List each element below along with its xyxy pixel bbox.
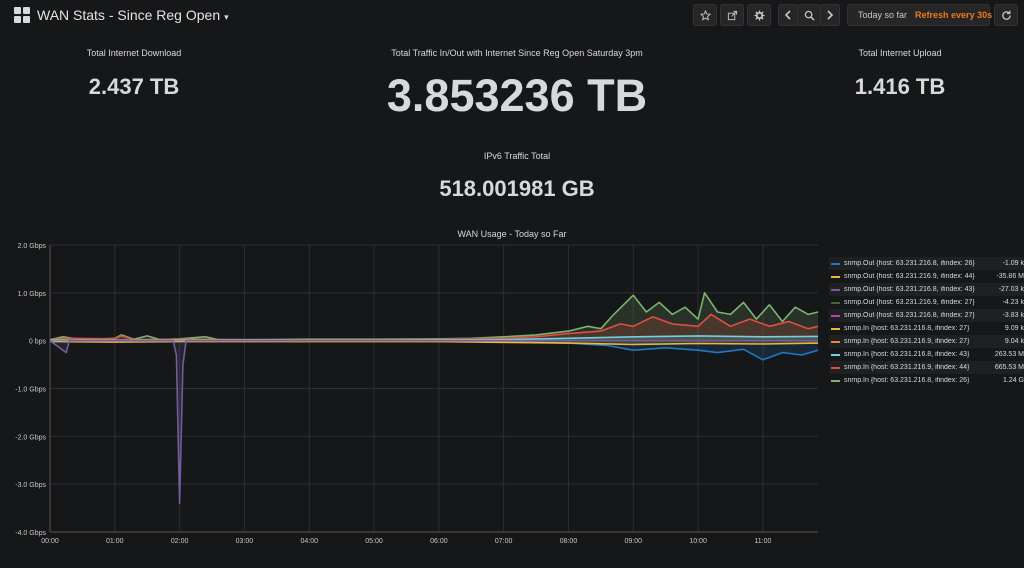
- download-value: 2.437 TB: [88, 74, 180, 99]
- legend-item[interactable]: snmp.Out {host: 63.231.216.8, ifindex: 4…: [829, 283, 1024, 296]
- legend-series-value: 263.53 M: [994, 351, 1024, 358]
- legend-swatch: [831, 327, 840, 330]
- legend-series-value: 1.24 G: [1002, 377, 1024, 384]
- x-tick-label: 08:00: [560, 538, 578, 545]
- x-tick-label: 06:00: [430, 538, 448, 545]
- series-area: [50, 340, 818, 504]
- x-tick-label: 07:00: [495, 538, 513, 545]
- legend-series-name: snmp.Out {host: 63.231.216.8, ifindex: 2…: [844, 260, 975, 267]
- share-button[interactable]: [720, 4, 744, 26]
- x-tick-label: 01:00: [106, 538, 124, 545]
- legend-swatch: [831, 301, 840, 304]
- x-tick-label: 04:00: [300, 538, 318, 545]
- zoom-out-button[interactable]: [797, 4, 821, 26]
- x-tick-label: 05:00: [365, 538, 383, 545]
- x-tick-label: 03:00: [236, 538, 254, 545]
- series-line: [49, 339, 818, 505]
- legend-item[interactable]: snmp.Out {host: 63.231.216.8, ifindex: 2…: [829, 257, 1024, 270]
- ipv6-panel-title: IPv6 Traffic Total: [483, 151, 551, 161]
- top-navbar: WAN Stats - Since Reg Open ▾ Today so far…: [0, 0, 1024, 30]
- ipv6-value: 518.001981 GB: [439, 176, 595, 201]
- x-tick-label: 10:00: [689, 538, 707, 545]
- legend-series-value: -1.09 k: [1002, 260, 1024, 267]
- legend-series-name: snmp.Out {host: 63.231.216.9, ifindex: 4…: [844, 273, 975, 280]
- legend-item[interactable]: snmp.Out {host: 63.231.216.8, ifindex: 2…: [829, 309, 1024, 322]
- legend-swatch: [831, 262, 840, 265]
- chevron-right-icon: [827, 10, 834, 20]
- legend-item[interactable]: snmp.In {host: 63.231.216.9, ifindex: 27…: [829, 335, 1024, 348]
- legend-series-name: snmp.In {host: 63.231.216.8, ifindex: 26…: [844, 377, 970, 384]
- legend-series-value: -35.86 M: [996, 273, 1024, 280]
- legend-series-name: snmp.Out {host: 63.231.216.9, ifindex: 2…: [844, 299, 975, 306]
- legend-series-name: snmp.In {host: 63.231.216.8, ifindex: 43…: [844, 351, 970, 358]
- legend-item[interactable]: snmp.Out {host: 63.231.216.9, ifindex: 4…: [829, 270, 1024, 283]
- y-tick-label: -2.0 Gbps: [15, 434, 46, 441]
- legend-item[interactable]: snmp.In {host: 63.231.216.8, ifindex: 26…: [829, 374, 1024, 387]
- legend-swatch: [831, 379, 840, 382]
- upload-value: 1.416 TB: [854, 74, 946, 99]
- upload-panel-title: Total Internet Upload: [858, 48, 942, 58]
- chevron-left-icon: [784, 10, 791, 20]
- x-tick-label: 09:00: [625, 538, 643, 545]
- time-forward-button[interactable]: [820, 4, 840, 26]
- total-traffic-value: 3.853236 TB: [386, 70, 648, 121]
- y-tick-label: 2.0 Gbps: [18, 243, 47, 250]
- refresh-icon: [1001, 10, 1011, 20]
- share-icon: [727, 10, 737, 20]
- star-button[interactable]: [693, 4, 717, 26]
- download-panel-title: Total Internet Download: [86, 48, 182, 58]
- legend-swatch: [831, 353, 840, 356]
- gear-icon: [753, 9, 765, 21]
- x-tick-label: 11:00: [754, 538, 771, 545]
- star-icon: [699, 9, 711, 21]
- y-tick-label: 0 bps: [29, 339, 47, 346]
- settings-button[interactable]: [747, 4, 771, 26]
- y-tick-label: -4.0 Gbps: [15, 530, 46, 537]
- total-traffic-panel-title: Total Traffic In/Out with Internet Since…: [391, 48, 643, 58]
- graph-legend: snmp.Out {host: 63.231.216.8, ifindex: 2…: [829, 257, 1024, 387]
- time-picker[interactable]: Today so far Refresh every 30s: [847, 4, 993, 26]
- time-back-button[interactable]: [778, 4, 798, 26]
- search-icon: [804, 10, 815, 21]
- legend-series-value: 9.09 k: [1004, 325, 1024, 332]
- legend-swatch: [831, 314, 840, 317]
- dashboard-title[interactable]: WAN Stats - Since Reg Open ▾: [37, 7, 229, 23]
- legend-swatch: [831, 366, 840, 369]
- legend-swatch: [831, 288, 840, 291]
- time-range-label: Today so far: [858, 10, 908, 20]
- caret-down-icon: ▾: [224, 12, 229, 22]
- dashboard-title-text: WAN Stats - Since Reg Open: [37, 7, 221, 23]
- refresh-button[interactable]: [994, 4, 1018, 26]
- x-tick-label: 00:00: [41, 538, 59, 545]
- legend-series-value: -4.23 k: [1002, 299, 1024, 306]
- legend-series-value: 665.53 M: [994, 364, 1024, 371]
- legend-item[interactable]: snmp.In {host: 63.231.216.8, ifindex: 27…: [829, 322, 1024, 335]
- dashboard-grid-icon[interactable]: [14, 7, 30, 23]
- legend-item[interactable]: snmp.Out {host: 63.231.216.9, ifindex: 2…: [829, 296, 1024, 309]
- refresh-interval-label: Refresh every 30s: [915, 10, 993, 20]
- legend-item[interactable]: snmp.In {host: 63.231.216.8, ifindex: 43…: [829, 348, 1024, 361]
- y-tick-label: -1.0 Gbps: [15, 387, 46, 394]
- legend-series-name: snmp.In {host: 63.231.216.9, ifindex: 44…: [844, 364, 970, 371]
- legend-series-name: snmp.Out {host: 63.231.216.8, ifindex: 2…: [844, 312, 975, 319]
- legend-series-value: -3.83 k: [1002, 312, 1024, 319]
- x-tick-label: 02:00: [171, 538, 189, 545]
- legend-series-value: -27.03 k: [998, 286, 1024, 293]
- legend-swatch: [831, 275, 840, 278]
- legend-series-name: snmp.In {host: 63.231.216.8, ifindex: 27…: [844, 325, 970, 332]
- legend-series-value: 9.04 k: [1004, 338, 1024, 345]
- legend-series-name: snmp.In {host: 63.231.216.9, ifindex: 27…: [844, 338, 970, 345]
- legend-swatch: [831, 340, 840, 343]
- legend-series-name: snmp.Out {host: 63.231.216.8, ifindex: 4…: [844, 286, 975, 293]
- y-tick-label: 1.0 Gbps: [18, 291, 47, 298]
- y-tick-label: -3.0 Gbps: [15, 482, 46, 489]
- wan-usage-chart[interactable]: 2.0 Gbps 1.0 Gbps 0 bps -1.0 Gbps -2.0 Gbps -…: [0, 238, 830, 566]
- legend-item[interactable]: snmp.In {host: 63.231.216.9, ifindex: 44…: [829, 361, 1024, 374]
